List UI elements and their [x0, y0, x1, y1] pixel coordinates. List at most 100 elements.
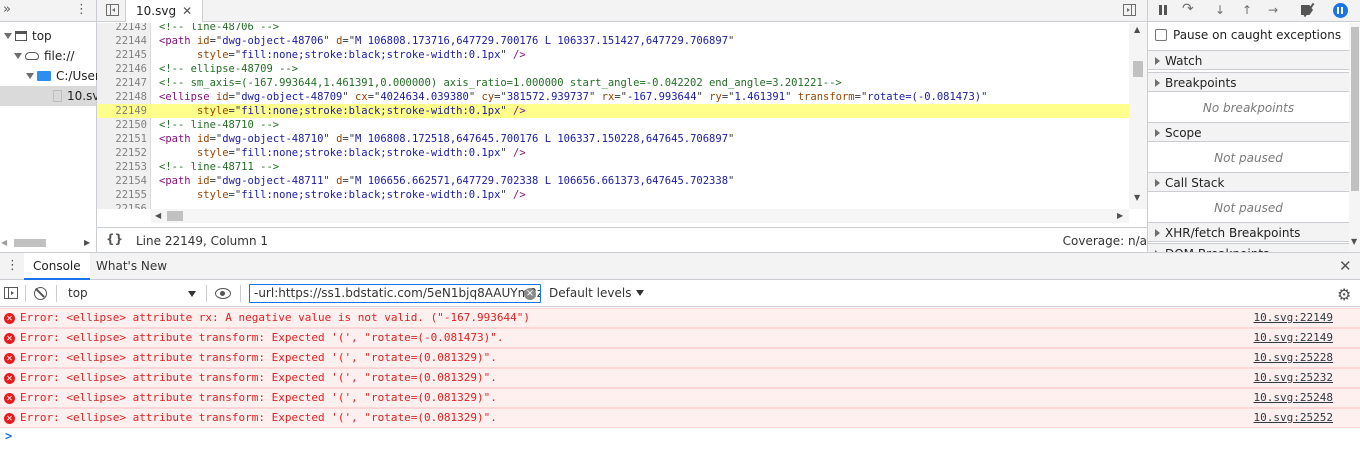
tree-item-file-origin[interactable]: file:// [14, 46, 74, 66]
code-line[interactable]: 22155 style="fill:none;stroke:black;stro… [97, 188, 1129, 202]
line-number[interactable]: 22151 [97, 132, 147, 146]
kebab-menu-icon[interactable]: ⋮ [6, 258, 19, 273]
line-number[interactable]: 22144 [97, 34, 147, 48]
coverage-status[interactable]: Coverage: n/a [1063, 234, 1147, 248]
line-number[interactable]: 22152 [97, 146, 147, 160]
debugger-vertical-scrollbar[interactable]: ▼ [1349, 23, 1360, 252]
code-line[interactable]: 22156 [97, 202, 1129, 209]
code-line[interactable]: 22147 <!-- sm_axis=(-167.993644,1.461391,… [97, 76, 1129, 90]
eye-icon[interactable] [215, 288, 231, 299]
line-text: <path id="dwg-object-48710" d="M 106808.… [159, 132, 734, 146]
code-line[interactable]: 22154 <path id="dwg-object-48711" d="M 10… [97, 174, 1129, 188]
scrollbar-thumb[interactable] [1133, 61, 1143, 77]
code-area[interactable]: 22143 <!-- line-48706 --> 22144 <path id="d… [97, 23, 1147, 209]
code-line[interactable]: 22143 <!-- line-48706 --> [97, 23, 1129, 34]
deactivate-breakpoints-icon[interactable] [1301, 2, 1317, 18]
scroll-left-icon[interactable]: ◀ [155, 211, 161, 220]
tree-item-top[interactable]: top [4, 26, 52, 46]
chevron-down-icon[interactable] [26, 73, 34, 79]
clear-console-icon[interactable] [34, 287, 47, 300]
line-number[interactable]: 22143 [97, 23, 147, 34]
section-xhr-breakpoints[interactable]: XHR/fetch Breakpoints [1148, 222, 1349, 242]
context-selector[interactable]: top [62, 283, 202, 304]
line-number[interactable]: 22155 [97, 188, 147, 202]
code-line[interactable]: 22146 <!-- ellipse-48709 --> [97, 62, 1129, 76]
scroll-right-icon[interactable]: ▶ [84, 238, 90, 247]
tree-item-file-selected[interactable]: 10.sv [0, 86, 99, 106]
line-number[interactable]: 22145 [97, 48, 147, 62]
console-prompt[interactable]: > [5, 429, 12, 443]
editor-vertical-scrollbar[interactable]: ▲ ▼ [1129, 23, 1147, 209]
toggle-debugger-icon[interactable] [1123, 4, 1136, 16]
line-number[interactable]: 22147 [97, 76, 147, 90]
code-line[interactable]: 22149 style="fill:none;stroke:black;stro… [97, 104, 1129, 118]
tab-console[interactable]: Console [24, 253, 90, 280]
message-source-link[interactable]: 10.svg:22149 [1254, 329, 1333, 347]
line-number[interactable]: 22149 [97, 104, 147, 118]
line-number[interactable]: 22146 [97, 62, 147, 76]
console-sidebar-toggle-icon[interactable] [4, 287, 18, 299]
code-line[interactable]: 22153 <!-- line-48711 --> [97, 160, 1129, 174]
line-number[interactable]: 22153 [97, 160, 147, 174]
pause-icon[interactable] [1159, 5, 1167, 15]
code-token: =" [209, 133, 223, 145]
navigator-horizontal-scrollbar[interactable]: ◀ ▶ [0, 236, 96, 250]
message-source-link[interactable]: 10.svg:25232 [1254, 369, 1333, 387]
code-line[interactable]: 22145 style="fill:none;stroke:black;stro… [97, 48, 1129, 62]
close-icon[interactable]: ✕ [1339, 257, 1352, 275]
code-line[interactable]: 22151 <path id="dwg-object-48710" d="M 10… [97, 132, 1129, 146]
tab-whats-new[interactable]: What's New [87, 253, 176, 280]
scroll-up-icon[interactable]: ▲ [1134, 25, 1140, 34]
code-line[interactable]: 22144 <path id="dwg-object-48706" d="M 10… [97, 34, 1129, 48]
code-token: /> [513, 105, 526, 117]
console-filter-input[interactable]: -url:https://ss1.bdstatic.com/5eN1bjq8AA… [249, 284, 541, 303]
tab-file[interactable]: 10.svg ✕ [125, 0, 204, 22]
clear-filter-icon[interactable]: × [524, 288, 536, 300]
code-line[interactable]: 22152 style="fill:none;stroke:black;stro… [97, 146, 1129, 160]
tree-item-folder[interactable]: C:/User [26, 66, 100, 86]
step-icon[interactable]: → [1268, 3, 1278, 17]
pause-on-caught-checkbox[interactable]: Pause on caught exceptions [1155, 28, 1341, 42]
message-source-link[interactable]: 10.svg:25252 [1254, 409, 1333, 427]
scrollbar-thumb[interactable] [1351, 27, 1359, 191]
scroll-down-icon[interactable]: ▼ [1351, 237, 1357, 246]
line-number[interactable]: 22154 [97, 174, 147, 188]
code-line[interactable]: 22150 <!-- line-48710 --> [97, 118, 1129, 132]
line-number[interactable]: 22150 [97, 118, 147, 132]
section-scope[interactable]: Scope [1148, 122, 1349, 142]
log-levels-dropdown[interactable]: Default levels [549, 286, 645, 300]
line-number[interactable]: 22148 [97, 90, 147, 104]
line-number[interactable]: 22156 [97, 202, 147, 209]
toggle-navigator-icon[interactable] [106, 4, 119, 16]
message-source-link[interactable]: 10.svg:25248 [1254, 389, 1333, 407]
scroll-right-icon[interactable]: ▶ [1117, 211, 1123, 220]
section-call-stack[interactable]: Call Stack [1148, 172, 1349, 192]
step-into-icon[interactable]: ↓ [1215, 3, 1225, 17]
chevron-double-right-icon[interactable]: » [3, 2, 11, 17]
gear-icon[interactable]: ⚙ [1337, 285, 1351, 304]
section-dom-breakpoints[interactable]: DOM Breakpoints [1148, 243, 1349, 252]
checkbox-icon[interactable] [1155, 29, 1167, 41]
message-source-link[interactable]: 10.svg:22149 [1254, 309, 1333, 327]
section-watch[interactable]: Watch [1148, 50, 1349, 70]
chevron-down-icon[interactable] [14, 53, 22, 59]
pretty-print-button[interactable]: {} [106, 232, 123, 246]
step-over-icon[interactable]: ↷ [1182, 1, 1194, 17]
pause-on-exceptions-icon[interactable] [1333, 3, 1348, 18]
scroll-down-icon[interactable]: ▼ [1134, 193, 1140, 202]
scrollbar-thumb[interactable] [167, 211, 183, 221]
error-icon: ✕ [4, 333, 15, 344]
chevron-down-icon[interactable] [4, 33, 12, 39]
close-icon[interactable]: ✕ [182, 4, 192, 18]
scrollbar-thumb[interactable] [14, 239, 46, 247]
code-line[interactable]: 22148 <ellipse id="dwg-object-48709" cx="… [97, 90, 1129, 104]
code-token: style [196, 49, 229, 61]
step-out-icon[interactable]: ↑ [1242, 3, 1252, 17]
code-token: style [196, 189, 229, 201]
editor-horizontal-scrollbar[interactable]: ◀ ▶ [151, 209, 1129, 223]
scroll-left-icon[interactable]: ◀ [1, 238, 7, 247]
kebab-menu-icon[interactable]: ⋮ [75, 2, 88, 17]
section-breakpoints[interactable]: Breakpoints [1148, 72, 1349, 92]
message-source-link[interactable]: 10.svg:25228 [1254, 349, 1333, 367]
